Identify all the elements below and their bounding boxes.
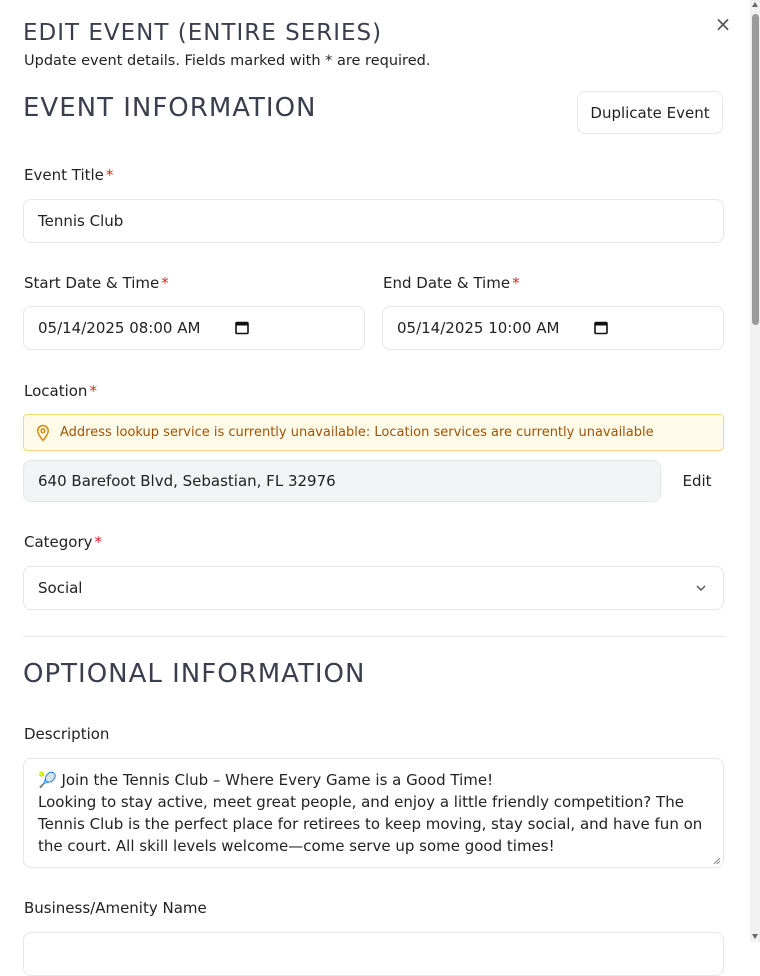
section-divider bbox=[23, 636, 724, 637]
required-mark: * bbox=[105, 166, 114, 184]
event-title-value: Tennis Club bbox=[38, 212, 124, 230]
start-datetime-value: 05/14/2025 08:00 AM bbox=[38, 319, 201, 337]
end-datetime-input[interactable]: 05/14/2025 10:00 AM bbox=[382, 306, 724, 350]
description-line-1: 🎾 Join the Tennis Club – Where Every Gam… bbox=[38, 771, 494, 789]
end-datetime-label: End Date & Time * bbox=[383, 274, 520, 292]
location-warning-text: Address lookup service is currently unav… bbox=[60, 425, 654, 440]
location-label: Location * bbox=[24, 382, 97, 400]
description-label: Description bbox=[24, 725, 110, 743]
location-label-text: Location bbox=[24, 382, 88, 400]
close-icon[interactable]: × bbox=[712, 12, 734, 36]
duplicate-event-button[interactable]: Duplicate Event bbox=[577, 91, 723, 134]
section-title-optional-information: OPTIONAL INFORMATION bbox=[23, 659, 366, 689]
start-datetime-input[interactable]: 05/14/2025 08:00 AM bbox=[23, 306, 365, 350]
end-datetime-label-text: End Date & Time bbox=[383, 274, 511, 292]
description-line-2: Looking to stay active, meet great peopl… bbox=[38, 793, 703, 855]
scroll-up-arrow-icon[interactable] bbox=[752, 2, 758, 7]
scroll-down-arrow-icon[interactable] bbox=[752, 934, 758, 939]
start-datetime-label: Start Date & Time * bbox=[24, 274, 169, 292]
section-title-event-information: EVENT INFORMATION bbox=[23, 93, 317, 123]
category-select[interactable]: Social bbox=[23, 566, 724, 610]
calendar-icon[interactable] bbox=[235, 320, 249, 335]
edit-location-button[interactable]: Edit bbox=[670, 466, 724, 496]
map-pin-icon bbox=[36, 424, 50, 442]
resize-handle-icon[interactable] bbox=[713, 857, 721, 865]
calendar-icon[interactable] bbox=[594, 320, 608, 335]
required-mark: * bbox=[89, 382, 97, 400]
required-mark: * bbox=[512, 274, 520, 292]
scrollbar-thumb[interactable] bbox=[752, 14, 759, 325]
location-value: 640 Barefoot Blvd, Sebastian, FL 32976 bbox=[38, 472, 336, 490]
location-input: 640 Barefoot Blvd, Sebastian, FL 32976 bbox=[23, 460, 661, 502]
end-datetime-value: 05/14/2025 10:00 AM bbox=[397, 319, 560, 337]
start-datetime-label-text: Start Date & Time bbox=[24, 274, 160, 292]
event-title-input[interactable]: Tennis Club bbox=[23, 199, 724, 243]
category-label: Category * bbox=[24, 533, 102, 551]
category-value: Social bbox=[38, 579, 83, 597]
event-title-label-text: Event Title bbox=[24, 166, 104, 184]
description-textarea[interactable]: 🎾 Join the Tennis Club – Where Every Gam… bbox=[23, 758, 724, 868]
chevron-down-icon bbox=[696, 585, 706, 591]
business-amenity-label: Business/Amenity Name bbox=[24, 899, 207, 917]
location-warning-banner: Address lookup service is currently unav… bbox=[23, 414, 724, 451]
category-label-text: Category bbox=[24, 533, 93, 551]
modal-title: EDIT EVENT (ENTIRE SERIES) bbox=[23, 20, 383, 46]
event-title-label: Event Title * bbox=[24, 166, 113, 184]
required-mark: * bbox=[161, 274, 169, 292]
required-mark: * bbox=[94, 533, 103, 551]
modal-subtitle: Update event details. Fields marked with… bbox=[24, 53, 431, 69]
business-amenity-input[interactable] bbox=[23, 932, 724, 976]
